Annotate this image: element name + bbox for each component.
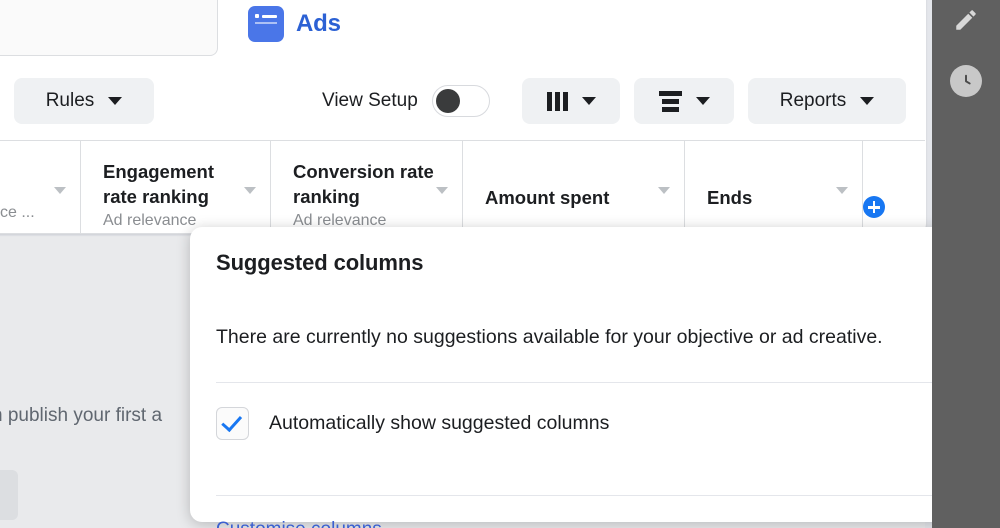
table-header-row: ce ... Engagement rate ranking Ad releva… <box>0 140 925 234</box>
view-setup-label: View Setup <box>322 90 418 111</box>
view-setup-toggle[interactable] <box>431 85 490 117</box>
auto-show-suggested-columns-row[interactable]: Automatically show suggested columns <box>216 383 959 463</box>
table-column-header-conversion-rate-ranking[interactable]: Conversion rate ranking Ad relevance <box>270 141 462 233</box>
history-rail-button[interactable] <box>948 63 984 99</box>
auto-show-suggested-columns-label: Automatically show suggested columns <box>269 412 610 434</box>
reports-label: Reports <box>779 90 847 111</box>
ads-section-header: Ads <box>248 6 341 42</box>
table-column-header-amount-spent[interactable]: Amount spent <box>462 141 684 233</box>
ads-toolbar: Rules View Setup Reports <box>0 72 925 130</box>
column-subtitle: ce ... <box>0 204 35 221</box>
toggle-knob <box>435 89 460 113</box>
table-column-header-engagement-rate-ranking[interactable]: Engagement rate ranking Ad relevance <box>80 141 270 233</box>
ads-section-label: Ads <box>296 10 341 37</box>
clock-history-icon <box>950 65 982 97</box>
right-side-rail <box>932 0 1000 528</box>
column-title: Amount spent <box>485 187 610 208</box>
suggested-columns-popover: Suggested columns There are currently no… <box>190 227 985 528</box>
column-title: Conversion rate ranking <box>293 161 434 207</box>
chevron-down-icon <box>581 97 596 105</box>
column-sort-caret-icon[interactable] <box>658 187 670 194</box>
chevron-down-icon <box>695 97 710 105</box>
rules-label: Rules <box>45 90 95 111</box>
chevron-down-icon <box>860 97 875 105</box>
background-empty-state-text: n publish your first a <box>0 405 163 426</box>
column-sort-caret-icon[interactable] <box>244 187 256 194</box>
ads-card-icon <box>248 6 284 42</box>
check-icon <box>221 410 243 433</box>
table-column-header-truncated[interactable]: ce ... <box>0 141 80 233</box>
view-setup-control: View Setup <box>322 78 490 124</box>
customise-columns-link[interactable]: Customise columns... <box>216 496 398 528</box>
auto-show-suggested-columns-checkbox[interactable] <box>216 407 249 440</box>
popover-message: There are currently no suggestions avail… <box>216 326 883 348</box>
plus-circle-icon[interactable] <box>863 196 885 218</box>
table-column-header-ends[interactable]: Ends <box>684 141 862 233</box>
column-sort-caret-icon[interactable] <box>436 187 448 194</box>
add-column-cell <box>862 141 922 233</box>
columns-button[interactable] <box>522 78 620 124</box>
columns-icon <box>546 91 568 111</box>
popover-title: Suggested columns <box>216 250 424 275</box>
reports-button[interactable]: Reports <box>748 78 906 124</box>
column-sort-caret-icon[interactable] <box>54 187 66 194</box>
breakdown-icon <box>658 90 682 112</box>
column-sort-caret-icon[interactable] <box>836 187 848 194</box>
pencil-edit-icon <box>956 10 976 30</box>
edit-rail-button[interactable] <box>948 2 984 38</box>
left-panel-stub <box>0 0 218 56</box>
rules-button[interactable]: Rules <box>14 78 154 124</box>
breakdown-button[interactable] <box>634 78 734 124</box>
background-action-button[interactable] <box>0 470 18 520</box>
column-title: Engagement rate ranking <box>103 161 215 207</box>
chevron-down-icon <box>108 97 123 105</box>
ads-manager-screen: n publish your first a Ads Rules View Se… <box>0 0 1000 528</box>
column-title: Ends <box>707 187 753 208</box>
